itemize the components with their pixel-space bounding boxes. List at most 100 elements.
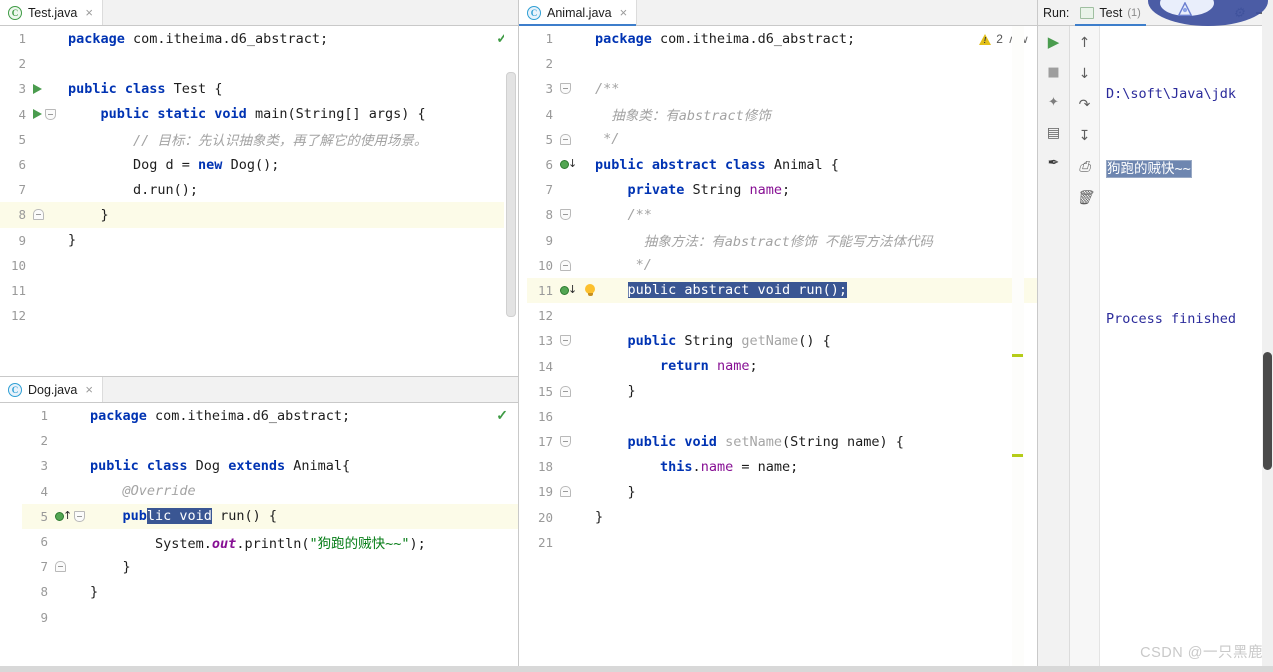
code-line[interactable]: 7 } (22, 554, 518, 579)
console-output[interactable]: D:\soft\Java\jdk 狗跑的贼快~~ Process finishe… (1100, 26, 1273, 672)
gutter[interactable] (557, 83, 595, 95)
code-line-current[interactable]: 8 } (0, 202, 518, 228)
code-line[interactable]: 9 抽象方法：有abstract修饰 不能写方法体代码 (527, 228, 1037, 253)
animal-code-area[interactable]: 1 package com.itheima.d6_abstract; 2 3 /… (519, 26, 1037, 555)
gutter[interactable]: ↑ (52, 510, 90, 522)
gutter[interactable] (557, 486, 595, 498)
code-line[interactable]: 7 d.run(); (0, 177, 518, 202)
test-editor-scrollbar[interactable] (504, 26, 518, 376)
test-code-area[interactable]: 1 package com.itheima.d6_abstract; 2 3 p… (0, 26, 518, 328)
code-line[interactable]: 6 System.out.println("狗跑的贼快~~"); (22, 529, 518, 554)
soft-wrap-button[interactable]: ↷ (1076, 96, 1093, 113)
code-line[interactable]: 14 return name; (527, 353, 1037, 378)
fold-icon[interactable] (45, 108, 56, 120)
overridden-class-icon[interactable]: ↓ (560, 158, 577, 170)
code-line[interactable]: 1 package com.itheima.d6_abstract; (527, 26, 1037, 51)
animal-error-stripe[interactable] (1012, 26, 1024, 672)
close-icon[interactable]: × (83, 383, 93, 396)
clear-all-button[interactable]: 🗑 (1076, 189, 1094, 206)
animal-java-editor[interactable]: 2 ∧ ∨ 1 package com.itheima.d6_abstract;… (519, 26, 1037, 672)
code-line[interactable]: 6 Dog d = new Dog(); (0, 152, 518, 177)
gutter[interactable] (557, 259, 595, 271)
scrollbar-thumb[interactable] (506, 72, 516, 317)
show-console-button[interactable]: ▤ (1045, 124, 1062, 141)
fold-icon[interactable] (560, 83, 571, 95)
code-line[interactable]: 2 (527, 51, 1037, 76)
run-method-icon[interactable] (33, 109, 42, 120)
gutter[interactable] (557, 436, 595, 448)
gutter[interactable]: ↓ (557, 158, 595, 170)
code-line[interactable]: 4 抽象类：有abstract修饰 (527, 102, 1037, 127)
overridden-method-icon[interactable]: ↓ (560, 284, 577, 296)
code-line[interactable]: 1 package com.itheima.d6_abstract; (22, 403, 518, 428)
code-line[interactable]: 3 public class Test { (0, 76, 518, 101)
previous-occurrence-button[interactable]: ↑ (1076, 34, 1093, 51)
tab-dog-java[interactable]: C Dog.java × (0, 377, 103, 402)
stop-button[interactable]: ■ (1045, 64, 1062, 81)
warning-stripe-mark[interactable] (1012, 354, 1023, 357)
console-scrollbar[interactable] (1262, 0, 1273, 672)
scrollbar-thumb[interactable] (1263, 352, 1272, 470)
code-line[interactable]: 19 } (527, 479, 1037, 504)
code-line[interactable]: 15 } (527, 379, 1037, 404)
gutter[interactable] (557, 335, 595, 347)
gutter[interactable] (30, 209, 68, 221)
close-icon[interactable]: × (83, 6, 93, 19)
fold-end-icon[interactable] (560, 133, 571, 145)
fold-icon[interactable] (74, 510, 85, 522)
code-line-current[interactable]: 5 ↑ public void run() { (22, 503, 518, 529)
fold-icon[interactable] (560, 335, 571, 347)
fold-end-icon[interactable] (55, 561, 66, 573)
code-line[interactable]: 8 } (22, 579, 518, 604)
gear-icon[interactable]: ⚙ (1233, 6, 1246, 19)
code-line[interactable]: 4 @Override (22, 479, 518, 504)
gutter[interactable] (557, 133, 595, 145)
fold-end-icon[interactable] (560, 486, 571, 498)
fold-end-icon[interactable] (33, 209, 44, 221)
gutter[interactable] (30, 83, 68, 94)
fold-end-icon[interactable] (560, 385, 571, 397)
code-line[interactable]: 5 */ (527, 127, 1037, 152)
code-line[interactable]: 10 (0, 253, 518, 278)
rerun-failed-tests-button[interactable]: ✦ (1045, 94, 1062, 111)
rerun-button[interactable]: ▶ (1045, 34, 1062, 51)
run-class-icon[interactable] (33, 83, 42, 94)
code-line-current[interactable]: 11 ↓ public abstract void run(); (527, 277, 1037, 304)
scroll-to-end-button[interactable]: ↧ (1076, 127, 1093, 144)
intention-bulb-icon[interactable] (584, 283, 596, 297)
code-line[interactable]: 16 (527, 404, 1037, 429)
warning-stripe-mark[interactable] (1012, 454, 1023, 457)
code-line[interactable]: 20 } (527, 505, 1037, 530)
code-line[interactable]: 21 (527, 530, 1037, 555)
code-line[interactable]: 17 public void setName(String name) { (527, 429, 1037, 454)
next-occurrence-button[interactable]: ↓ (1076, 65, 1093, 82)
tab-test-java[interactable]: C Test.java × (0, 0, 103, 25)
gutter[interactable] (557, 209, 595, 221)
dog-code-area[interactable]: 1 package com.itheima.d6_abstract; 2 3 p… (0, 403, 518, 630)
code-line[interactable]: 4 public static void main(String[] args)… (0, 102, 518, 127)
gutter[interactable]: ↓ (557, 283, 596, 297)
code-line[interactable]: 5 // 目标：先认识抽象类，再了解它的使用场景。 (0, 127, 518, 152)
gutter[interactable] (52, 561, 90, 573)
code-line[interactable]: 8 /** (527, 202, 1037, 227)
fold-icon[interactable] (560, 436, 571, 448)
gutter[interactable] (30, 108, 68, 120)
selected-output-text[interactable]: 狗跑的贼快~~ (1106, 160, 1192, 178)
fold-end-icon[interactable] (560, 259, 571, 271)
code-line[interactable]: 2 (22, 428, 518, 453)
tab-animal-java[interactable]: C Animal.java × (519, 0, 638, 26)
dog-java-editor[interactable]: ✓ 1 package com.itheima.d6_abstract; 2 3 (0, 403, 518, 672)
code-line[interactable]: 11 (0, 278, 518, 303)
gutter[interactable] (557, 385, 595, 397)
implements-method-icon[interactable]: ↑ (55, 510, 72, 522)
code-line[interactable]: 12 (0, 303, 518, 328)
code-line[interactable]: 2 (0, 51, 518, 76)
print-button[interactable]: ⎙ (1076, 158, 1093, 175)
code-line[interactable]: 6 ↓ public abstract class Animal { (527, 152, 1037, 177)
code-line[interactable]: 9 (22, 605, 518, 630)
fold-icon[interactable] (560, 209, 571, 221)
code-line[interactable]: 9 } (0, 228, 518, 253)
code-line[interactable]: 3 public class Dog extends Animal{ (22, 453, 518, 478)
code-line[interactable]: 3 /** (527, 76, 1037, 101)
run-tab-test[interactable]: Test (1) (1075, 0, 1147, 26)
